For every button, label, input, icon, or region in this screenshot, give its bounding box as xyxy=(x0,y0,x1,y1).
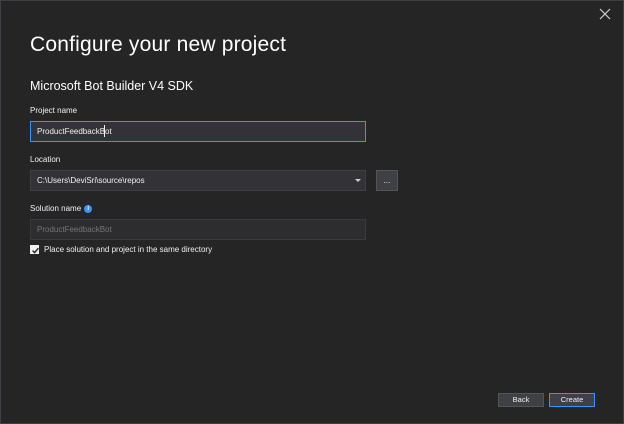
create-button[interactable]: Create xyxy=(549,393,595,407)
checkmark-icon xyxy=(32,247,39,254)
same-directory-option[interactable]: Place solution and project in the same d… xyxy=(30,245,212,254)
project-name-label: Project name xyxy=(30,106,78,115)
page-title: Configure your new project xyxy=(30,33,287,56)
text-caret xyxy=(104,125,105,137)
chevron-down-icon xyxy=(355,179,361,182)
close-icon xyxy=(599,8,611,20)
same-directory-label: Place solution and project in the same d… xyxy=(44,245,213,254)
solution-name-input xyxy=(30,219,366,240)
info-icon[interactable]: i xyxy=(84,204,93,213)
browse-location-button[interactable]: ... xyxy=(376,170,398,191)
location-label: Location xyxy=(30,155,61,164)
project-name-input[interactable] xyxy=(30,121,366,142)
template-name: Microsoft Bot Builder V4 SDK xyxy=(30,79,194,93)
location-combobox[interactable]: C:\Users\DeviSri\source\repos xyxy=(30,170,366,191)
close-button[interactable] xyxy=(597,6,613,22)
same-directory-checkbox[interactable] xyxy=(30,245,39,254)
configure-project-dialog: Configure your new project Microsoft Bot… xyxy=(0,0,624,424)
back-button[interactable]: Back xyxy=(498,393,544,407)
location-value: C:\Users\DeviSri\source\repos xyxy=(37,176,145,185)
solution-name-label: Solution name xyxy=(30,204,82,213)
solution-name-label-row: Solution name i xyxy=(30,204,93,213)
